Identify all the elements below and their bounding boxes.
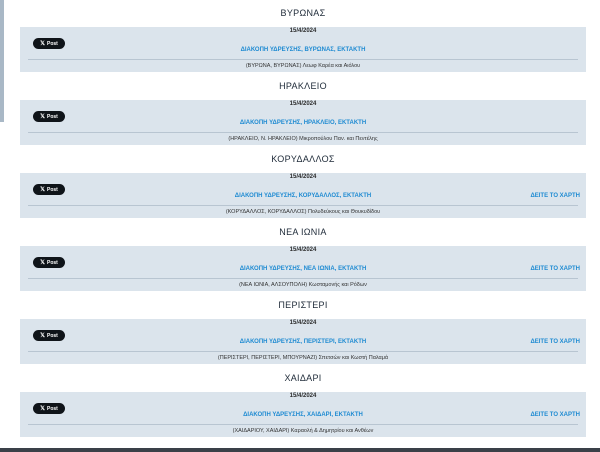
section-chaidari: ΧΑΙΔΑΡΙ 15/4/2024 𝕏 Post ΔΙΑΚΟΠΗ ΥΔΡΕΥΣΗΣ… <box>20 365 586 438</box>
post-label: Post <box>47 113 58 120</box>
map-link[interactable]: ΔΕΙΤΕ ΤΟ ΧΑΡΤΗ <box>530 412 580 418</box>
outage-detail: (ΗΡΑΚΛΕΙΟ, Ν. ΗΡΑΚΛΕΙΟ) Μικροπούλου Παν.… <box>228 136 378 142</box>
x-logo-icon: 𝕏 <box>40 259 45 266</box>
x-logo-icon: 𝕏 <box>40 332 45 339</box>
post-label: Post <box>47 405 58 412</box>
outage-date: 15/4/2024 <box>289 393 317 399</box>
left-rule <box>0 0 4 122</box>
outage-detail: (ΝΕΑ ΙΩΝΙΑ, ΑΛΣΟΥΠΟΛΗ) Κωσταμονής και Ρό… <box>239 282 367 288</box>
divider <box>28 351 578 352</box>
section-vyronas: ΒΥΡΩΝΑΣ 15/4/2024 𝕏 Post ΔΙΑΚΟΠΗ ΥΔΡΕΥΣΗΣ… <box>20 0 586 73</box>
section-irakleio: ΗΡΑΚΛΕΙΟ 15/4/2024 𝕏 Post ΔΙΑΚΟΠΗ ΥΔΡΕΥΣΗ… <box>20 73 586 146</box>
x-logo-icon: 𝕏 <box>40 186 45 193</box>
city-heading: ΗΡΑΚΛΕΙΟ <box>279 81 327 91</box>
city-heading: ΚΟΡΥΔΑΛΛΟΣ <box>271 154 335 164</box>
post-label: Post <box>47 332 58 339</box>
section-korydallos: ΚΟΡΥΔΑΛΛΟΣ 15/4/2024 𝕏 Post ΔΙΑΚΟΠΗ ΥΔΡΕΥ… <box>20 146 586 219</box>
outage-detail: (ΚΟΡΥΔΑΛΛΟΣ, ΚΟΡΥΔΑΛΛΟΣ) Πολυδεύκους και… <box>225 209 381 215</box>
map-link[interactable]: ΔΕΙΤΕ ΤΟ ΧΑΡΤΗ <box>530 266 580 272</box>
outage-title-link[interactable]: ΔΙΑΚΟΠΗ ΥΔΡΕΥΣΗΣ, ΗΡΑΚΛΕΙΟ, ΕΚΤΑΚΤΗ <box>20 120 586 126</box>
outage-card: 15/4/2024 𝕏 Post ΔΙΑΚΟΠΗ ΥΔΡΕΥΣΗΣ, ΚΟΡΥΔΑ… <box>20 173 586 218</box>
post-label: Post <box>47 40 58 47</box>
outage-detail: (ΠΕΡΙΣΤΕΡΙ, ΠΕΡΙΣΤΕΡΙ, ΜΠΟΥΡΝΑΖΙ) Σπετσώ… <box>217 355 389 361</box>
outage-card: 15/4/2024 𝕏 Post ΔΙΑΚΟΠΗ ΥΔΡΕΥΣΗΣ, ΗΡΑΚΛΕ… <box>20 100 586 145</box>
city-heading: ΠΕΡΙΣΤΕΡΙ <box>278 300 328 310</box>
outage-list: ΒΥΡΩΝΑΣ 15/4/2024 𝕏 Post ΔΙΑΚΟΠΗ ΥΔΡΕΥΣΗΣ… <box>20 0 586 438</box>
city-heading: ΝΕΑ ΙΩΝΙΑ <box>279 227 327 237</box>
bottom-bar <box>0 448 600 452</box>
post-label: Post <box>47 186 58 193</box>
city-heading: ΒΥΡΩΝΑΣ <box>280 8 326 18</box>
outage-title-link[interactable]: ΔΙΑΚΟΠΗ ΥΔΡΕΥΣΗΣ, ΧΑΙΔΑΡΙ, ΕΚΤΑΚΤΗ <box>20 412 586 418</box>
outage-card: 15/4/2024 𝕏 Post ΔΙΑΚΟΠΗ ΥΔΡΕΥΣΗΣ, ΠΕΡΙΣΤ… <box>20 319 586 364</box>
outage-title-link[interactable]: ΔΙΑΚΟΠΗ ΥΔΡΕΥΣΗΣ, ΒΥΡΩΝΑΣ, ΕΚΤΑΚΤΗ <box>20 47 586 53</box>
x-logo-icon: 𝕏 <box>40 405 45 412</box>
section-nea-ionia: ΝΕΑ ΙΩΝΙΑ 15/4/2024 𝕏 Post ΔΙΑΚΟΠΗ ΥΔΡΕΥΣ… <box>20 219 586 292</box>
outage-title-link[interactable]: ΔΙΑΚΟΠΗ ΥΔΡΕΥΣΗΣ, ΚΟΡΥΔΑΛΛΟΣ, ΕΚΤΑΚΤΗ <box>20 193 586 199</box>
map-link[interactable]: ΔΕΙΤΕ ΤΟ ΧΑΡΤΗ <box>530 339 580 345</box>
outage-card: 15/4/2024 𝕏 Post ΔΙΑΚΟΠΗ ΥΔΡΕΥΣΗΣ, ΝΕΑ ΙΩ… <box>20 246 586 291</box>
x-logo-icon: 𝕏 <box>40 113 45 120</box>
divider <box>28 132 578 133</box>
outage-detail: (ΒΥΡΩΝΑ, ΒΥΡΩΝΑΣ) Λεωφ Καρέα και Αιόλου <box>245 63 361 69</box>
post-label: Post <box>47 259 58 266</box>
divider <box>28 278 578 279</box>
outage-date: 15/4/2024 <box>289 174 317 180</box>
section-peristeri: ΠΕΡΙΣΤΕΡΙ 15/4/2024 𝕏 Post ΔΙΑΚΟΠΗ ΥΔΡΕΥΣ… <box>20 292 586 365</box>
divider <box>28 205 578 206</box>
x-logo-icon: 𝕏 <box>40 40 45 47</box>
outage-date: 15/4/2024 <box>289 247 317 253</box>
outage-card: 15/4/2024 𝕏 Post ΔΙΑΚΟΠΗ ΥΔΡΕΥΣΗΣ, ΒΥΡΩΝΑ… <box>20 27 586 72</box>
outage-title-link[interactable]: ΔΙΑΚΟΠΗ ΥΔΡΕΥΣΗΣ, ΝΕΑ ΙΩΝΙΑ, ΕΚΤΑΚΤΗ <box>20 266 586 272</box>
outage-date: 15/4/2024 <box>289 101 317 107</box>
divider <box>28 59 578 60</box>
outage-date: 15/4/2024 <box>289 28 317 34</box>
city-heading: ΧΑΙΔΑΡΙ <box>284 373 322 383</box>
map-link[interactable]: ΔΕΙΤΕ ΤΟ ΧΑΡΤΗ <box>530 193 580 199</box>
divider <box>28 424 578 425</box>
outage-title-link[interactable]: ΔΙΑΚΟΠΗ ΥΔΡΕΥΣΗΣ, ΠΕΡΙΣΤΕΡΙ, ΕΚΤΑΚΤΗ <box>20 339 586 345</box>
outage-card: 15/4/2024 𝕏 Post ΔΙΑΚΟΠΗ ΥΔΡΕΥΣΗΣ, ΧΑΙΔΑΡ… <box>20 392 586 437</box>
outage-date: 15/4/2024 <box>289 320 317 326</box>
outage-detail: (ΧΑΙΔΑΡΙΟΥ, ΧΑΙΔΑΡΙ) Καραολή & Δημητρίου… <box>232 428 374 434</box>
